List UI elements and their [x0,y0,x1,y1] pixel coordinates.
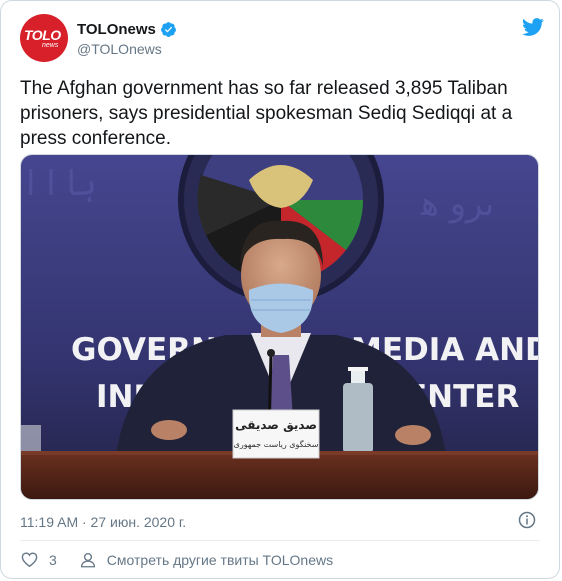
avatar[interactable]: TOLO news [20,14,68,62]
tweet-timestamp[interactable]: 11:19 AM · 27 июн. 2020 г. [20,514,186,530]
press-conference-photo: ہا ا ا ىرو ﻫ GOVERN MEDIA AND INFO ENTER [21,155,538,499]
divider [20,540,540,541]
info-icon[interactable] [518,511,536,529]
more-tweets-link[interactable]: Смотреть другие твиты TOLOnews [107,552,333,568]
tweet-text: The Afghan government has so far release… [20,78,513,149]
tweet-card: TOLO news TOLOnews @TOLOnews The Afghan … [0,0,560,579]
twitter-bird-icon[interactable] [521,16,545,38]
author-handle[interactable]: @TOLOnews [77,41,162,57]
tweet-photo[interactable]: ہا ا ا ىرو ﻫ GOVERN MEDIA AND INFO ENTER [20,154,539,500]
heart-icon[interactable] [20,550,39,569]
placard-name: صدیق صدیقی [235,418,317,432]
author-name-row[interactable]: TOLOnews [77,21,177,38]
placard-title: سخنگوی ریاست جمهوری [234,439,319,449]
svg-text:ہا ا ا: ہا ا ا [26,164,97,204]
verified-badge-icon [160,22,176,37]
avatar-logo-text: TOLO [24,27,61,43]
avatar-logo-subtext: news [42,42,59,49]
like-count[interactable]: 3 [49,552,57,568]
person-icon [80,552,95,567]
tweet-actions: 3 Смотреть другие твиты TOLOnews [20,550,333,569]
tweet-header: TOLO news TOLOnews @TOLOnews [20,14,545,62]
author-display-name[interactable]: TOLOnews [77,21,156,38]
svg-text:ىرو ﻫ: ىرو ﻫ [420,184,494,224]
